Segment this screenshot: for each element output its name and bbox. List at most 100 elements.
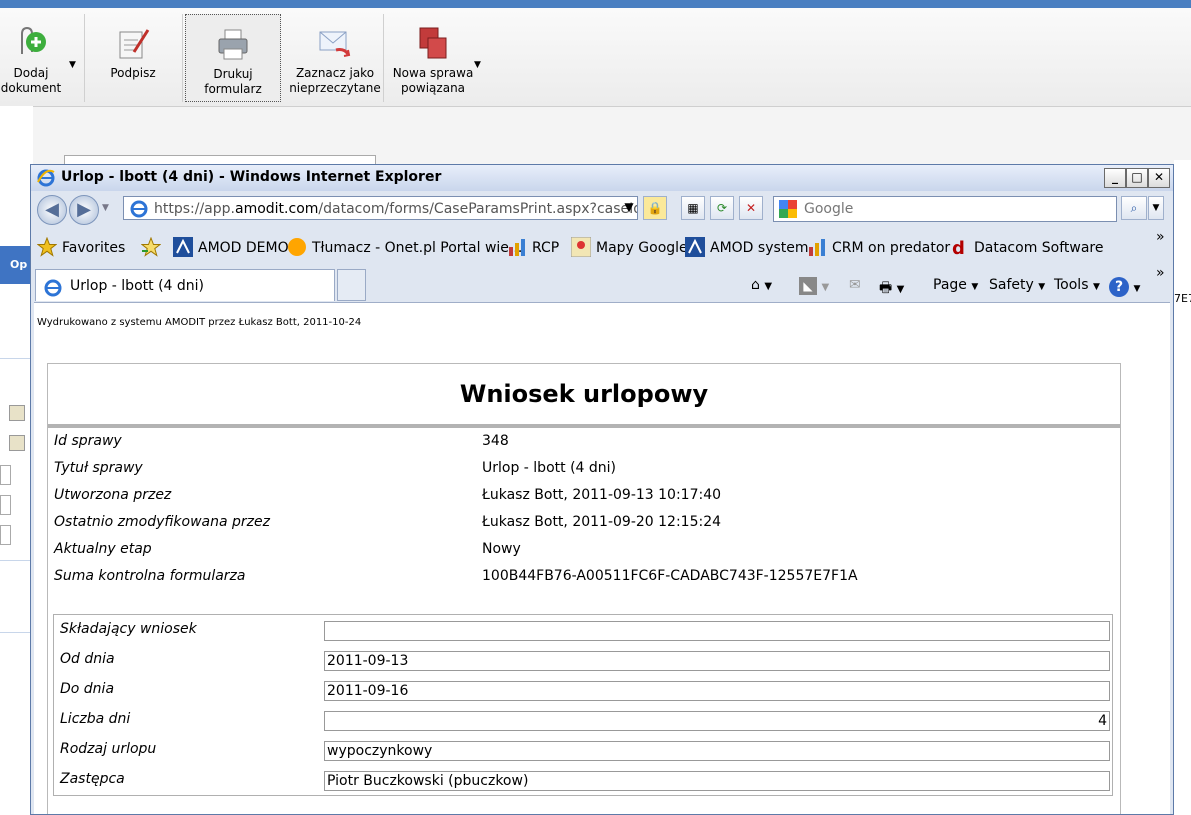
favorite-link[interactable]: AMOD DEMO bbox=[173, 237, 289, 257]
add-document-dropdown-icon[interactable]: ▼ bbox=[69, 60, 76, 70]
form-fields: Składający wniosek Od dnia 2011-09-13 Do … bbox=[53, 614, 1113, 796]
meta-value: Łukasz Bott, 2011-09-20 12:15:24 bbox=[482, 514, 722, 530]
meta-row: Id sprawy 348 bbox=[54, 433, 1114, 460]
title-bar: Urlop - lbott (4 dni) - Windows Internet… bbox=[31, 165, 1173, 191]
meta-label: Aktualny etap bbox=[54, 541, 152, 557]
amod-icon bbox=[685, 237, 705, 257]
safety-menu[interactable]: Safety ▼ bbox=[989, 277, 1045, 293]
meta-value: Urlop - lbott (4 dni) bbox=[482, 460, 616, 476]
meta-row: Tytuł sprawy Urlop - lbott (4 dni) bbox=[54, 460, 1114, 487]
calendar-icon[interactable] bbox=[9, 405, 25, 421]
refresh-icon[interactable]: ⟳ bbox=[710, 196, 734, 220]
ribbon-separator bbox=[84, 14, 85, 102]
tools-menu[interactable]: Tools ▼ bbox=[1054, 277, 1100, 293]
search-input[interactable]: Google bbox=[773, 196, 1117, 222]
page-icon bbox=[130, 200, 148, 219]
favorite-link[interactable]: Mapy Google bbox=[570, 236, 688, 258]
forward-button[interactable]: ▶ bbox=[69, 195, 99, 225]
op-label: Op bbox=[10, 258, 28, 271]
sign-label: Podpisz bbox=[110, 66, 156, 80]
home-button[interactable]: ⌂ ▼ bbox=[751, 277, 772, 293]
onet-icon bbox=[287, 237, 307, 257]
calendar-icon[interactable] bbox=[9, 435, 25, 451]
add-favorite-button[interactable] bbox=[140, 236, 166, 257]
sign-button[interactable]: Podpisz bbox=[100, 14, 166, 102]
background-field[interactable] bbox=[0, 465, 11, 485]
chart-icon bbox=[807, 237, 827, 257]
meta-row: Suma kontrolna formularza 100B44FB76-A005… bbox=[54, 568, 1114, 595]
page-menu[interactable]: Page ▼ bbox=[933, 277, 978, 293]
add-document-button[interactable]: Dodaj dokument bbox=[0, 14, 62, 102]
favorites-bar: Favorites AMOD DEMO Tłumacz - Onet.pl Po… bbox=[31, 229, 1173, 263]
printed-by-text: Wydrukowano z systemu AMODIT przez Łukas… bbox=[37, 317, 362, 328]
favorite-label: AMOD system bbox=[710, 240, 809, 256]
sign-icon bbox=[116, 26, 150, 60]
mark-unread-button[interactable]: Zaznacz jako nieprzeczytane bbox=[289, 14, 381, 102]
search-placeholder: Google bbox=[804, 201, 854, 217]
meta-label: Ostatnio zmodyfikowana przez bbox=[54, 514, 270, 530]
help-button[interactable]: ? ▼ bbox=[1109, 277, 1140, 297]
favorite-label: CRM on predator bbox=[832, 240, 951, 256]
background-field[interactable] bbox=[0, 495, 11, 515]
address-bar[interactable]: https://app.amodit.com/datacom/forms/Cas… bbox=[123, 196, 638, 220]
home-icon: ⌂ bbox=[751, 277, 760, 293]
add-document-icon bbox=[14, 26, 48, 60]
back-button[interactable]: ◀ bbox=[37, 195, 67, 225]
substitute-field: Piotr Buczkowski (pbuczkow) bbox=[324, 771, 1110, 791]
favorite-link[interactable]: Tłumacz - Onet.pl Portal wie... bbox=[287, 237, 522, 257]
minimize-button[interactable]: _ bbox=[1104, 168, 1126, 188]
field-row: Zastępca Piotr Buczkowski (pbuczkow) bbox=[54, 765, 1112, 795]
compatibility-view-icon[interactable]: ▦ bbox=[681, 196, 705, 220]
feeds-button[interactable]: ◣ ▼ bbox=[799, 277, 829, 295]
stop-icon[interactable]: ✕ bbox=[739, 196, 763, 220]
favorite-link[interactable]: d Datacom Software bbox=[949, 237, 1104, 259]
close-button[interactable]: ✕ bbox=[1148, 168, 1170, 188]
search-options-icon[interactable]: ▼ bbox=[1148, 196, 1164, 220]
background-tab-op[interactable]: Op bbox=[0, 246, 33, 284]
help-icon: ? bbox=[1109, 277, 1129, 297]
history-dropdown-icon[interactable]: ▼ bbox=[102, 203, 109, 213]
print-button[interactable]: 🖶 ▼ bbox=[879, 277, 904, 301]
background-right-panel: 7E7 bbox=[1174, 160, 1191, 815]
print-form-button[interactable]: Drukuj formularz bbox=[185, 14, 281, 102]
new-related-case-button[interactable]: Nowa sprawa powiązana bbox=[390, 14, 476, 102]
favorite-link[interactable]: RCP bbox=[507, 237, 559, 257]
favorite-link[interactable]: CRM on predator bbox=[807, 237, 950, 257]
mail-button[interactable]: ✉ bbox=[849, 277, 861, 293]
address-dropdown-icon[interactable]: ▼ bbox=[619, 196, 639, 220]
url-domain: amodit.com bbox=[235, 201, 319, 217]
favorite-link[interactable]: AMOD system bbox=[685, 237, 809, 257]
field-row: Liczba dni 4 bbox=[54, 705, 1112, 735]
ie-window: Urlop - lbott (4 dni) - Windows Internet… bbox=[30, 164, 1174, 815]
new-related-case-dropdown-icon[interactable]: ▼ bbox=[474, 60, 481, 70]
background-field[interactable] bbox=[0, 525, 11, 545]
mark-unread-label-2: nieprzeczytane bbox=[289, 81, 381, 95]
svg-text:d: d bbox=[952, 238, 965, 257]
background-divider bbox=[0, 358, 33, 359]
favorite-label: AMOD DEMO bbox=[198, 240, 289, 256]
amod-icon bbox=[173, 237, 193, 257]
safety-menu-label: Safety bbox=[989, 277, 1034, 293]
favorites-overflow-icon[interactable]: » bbox=[1156, 229, 1165, 245]
lock-icon[interactable]: 🔒 bbox=[643, 196, 667, 220]
meta-value: Nowy bbox=[482, 541, 521, 557]
field-row: Składający wniosek bbox=[54, 615, 1112, 645]
search-button-icon[interactable]: ⌕ bbox=[1121, 196, 1147, 220]
print-form-label-1: Drukuj bbox=[213, 67, 253, 81]
mail-icon: ✉ bbox=[849, 277, 861, 293]
print-dropdown-icon: ▼ bbox=[896, 284, 905, 295]
applicant-field bbox=[324, 621, 1110, 641]
favorites-star-icon bbox=[36, 236, 58, 257]
background-panel bbox=[0, 106, 33, 815]
favorite-label: RCP bbox=[532, 240, 560, 256]
field-label: Rodzaj urlopu bbox=[60, 741, 157, 757]
tab-active[interactable]: Urlop - lbott (4 dni) bbox=[35, 269, 335, 301]
maximize-button[interactable]: □ bbox=[1126, 168, 1148, 188]
meta-value: 348 bbox=[482, 433, 509, 449]
new-tab-button[interactable] bbox=[337, 269, 366, 301]
favorites-label: Favorites bbox=[62, 240, 126, 256]
favorites-button[interactable]: Favorites bbox=[36, 236, 126, 257]
help-dropdown-icon: ▼ bbox=[1133, 284, 1141, 294]
app-top-bar bbox=[0, 0, 1191, 8]
commandbar-overflow-icon[interactable]: » bbox=[1156, 265, 1165, 281]
